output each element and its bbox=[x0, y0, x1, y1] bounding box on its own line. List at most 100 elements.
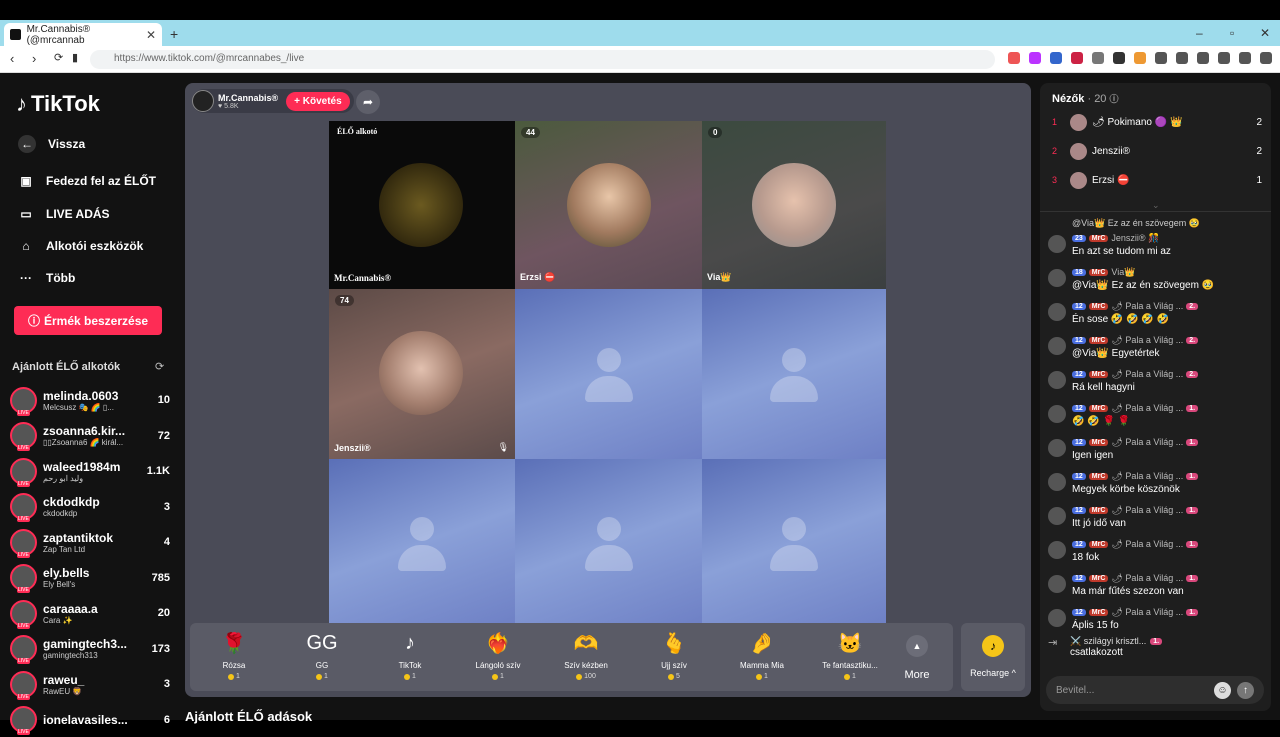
guest-cell-host[interactable]: ÉLŐ alkotó Mr.Cannabis® bbox=[329, 121, 515, 289]
chat-username[interactable]: Via👑 bbox=[1111, 267, 1135, 278]
wallet-icon[interactable] bbox=[1218, 52, 1230, 64]
browser-tab[interactable]: Mr.Cannabis® (@mrcannab ✕ bbox=[4, 23, 162, 46]
empty-seat[interactable] bbox=[702, 289, 886, 459]
get-coins-button[interactable]: ⓘ Érmék beszerzése bbox=[14, 306, 162, 335]
gift-item[interactable]: 🤌 Mamma Mia 1 bbox=[718, 623, 806, 691]
chat-avatar[interactable] bbox=[1048, 337, 1066, 355]
new-tab-icon[interactable]: + bbox=[170, 26, 178, 42]
send-icon[interactable]: ↑ bbox=[1237, 681, 1254, 699]
viewer-row[interactable]: 1 🌶 Pokimano 🟣 👑 2 bbox=[1052, 113, 1262, 131]
chat-avatar[interactable] bbox=[1048, 575, 1066, 593]
chat-username[interactable]: 🌶 Pala a Világ ... bbox=[1111, 573, 1183, 584]
maximize-icon[interactable]: ▫ bbox=[1230, 26, 1234, 40]
nav-explore-live[interactable]: ▣ Fedezd fel az ÉLŐT bbox=[18, 173, 156, 189]
empty-seat[interactable] bbox=[702, 459, 886, 626]
chat-username[interactable]: 🌶 Pala a Világ ... bbox=[1111, 539, 1183, 550]
chat-avatar[interactable] bbox=[1048, 439, 1066, 457]
creator-item[interactable]: LIVE waleed1984m وليد ابو رحم 1.1K bbox=[10, 454, 170, 488]
puzzle-icon[interactable] bbox=[1155, 52, 1167, 64]
chat-username[interactable]: 🌶 Pala a Világ ... bbox=[1111, 301, 1183, 312]
empty-seat[interactable] bbox=[329, 459, 515, 626]
bookmark-icon[interactable]: ▮ bbox=[72, 51, 78, 64]
gift-item[interactable]: ♪ TikTok 1 bbox=[366, 623, 454, 691]
nav-live-broadcast[interactable]: ▭ LIVE ADÁS bbox=[18, 206, 109, 222]
extension-his-icon[interactable] bbox=[1092, 52, 1104, 64]
gift-item[interactable]: GG GG 1 bbox=[278, 623, 366, 691]
extension-yt-icon[interactable] bbox=[1113, 52, 1125, 64]
chat-avatar[interactable] bbox=[1048, 609, 1066, 627]
left-sidebar: ♪ TikTok ← Vissza ▣ Fedezd fel az ÉLŐT ▭… bbox=[0, 73, 176, 735]
empty-seat[interactable] bbox=[515, 289, 702, 459]
chat-username[interactable]: Jenszii® 🎊 bbox=[1111, 233, 1159, 244]
host-avatar[interactable] bbox=[192, 90, 214, 112]
tab-close-icon[interactable]: ✕ bbox=[146, 28, 156, 42]
creator-item[interactable]: LIVE ely.bells Ely Bell's 785 bbox=[10, 561, 170, 595]
join-user[interactable]: ⚔️ szilágyi krisztl... bbox=[1070, 636, 1146, 647]
info-icon[interactable]: ⓘ bbox=[1110, 94, 1119, 104]
chat-username[interactable]: 🌶 Pala a Világ ... bbox=[1111, 607, 1183, 618]
gift-item[interactable]: ❤️‍🔥 Lángoló szív 1 bbox=[454, 623, 542, 691]
creator-item[interactable]: LIVE melinda.0603 Melcsusz 🎭 🌈 ▯... 10 bbox=[10, 383, 170, 417]
gift-item[interactable]: 🐱 Te fantasztiku... 1 bbox=[806, 623, 894, 691]
chat-avatar[interactable] bbox=[1048, 371, 1066, 389]
creator-item[interactable]: LIVE gamingtech3... gamingtech313 173 bbox=[10, 632, 170, 666]
empty-seat[interactable] bbox=[515, 459, 702, 626]
gift-item[interactable]: 🫰 Ujj szív 5 bbox=[630, 623, 718, 691]
chat-avatar[interactable] bbox=[1048, 473, 1066, 491]
creator-item[interactable]: LIVE raweu_ RawEU 🦁 3 bbox=[10, 667, 170, 701]
chat-avatar[interactable] bbox=[1048, 269, 1066, 287]
chat-username[interactable]: 🌶 Pala a Világ ... bbox=[1111, 505, 1183, 516]
viewer-row[interactable]: 3 Erzsi ⛔ 1 bbox=[1052, 171, 1262, 189]
more-gifts-button[interactable]: ▲ More bbox=[894, 623, 940, 691]
chat-avatar[interactable] bbox=[1048, 541, 1066, 559]
host-info[interactable]: Mr.Cannabis® ♥ 5.8K + Követés bbox=[192, 89, 354, 113]
tiktok-logo[interactable]: ♪ TikTok bbox=[16, 91, 100, 117]
recharge-button[interactable]: ♪ Recharge ^ bbox=[961, 623, 1025, 691]
gift-item[interactable]: 🌹 Rózsa 1 bbox=[190, 623, 278, 691]
back-icon[interactable]: ‹ bbox=[10, 51, 14, 66]
chat-avatar[interactable] bbox=[1048, 507, 1066, 525]
creator-item[interactable]: LIVE zaptantiktok Zap Tan Ltd 4 bbox=[10, 525, 170, 559]
guest-cell-jenszii[interactable]: 74 Jenszii® 🎙 bbox=[329, 289, 515, 459]
chat-username[interactable]: 🌶 Pala a Világ ... bbox=[1111, 335, 1183, 346]
share-icon[interactable]: ➦ bbox=[356, 90, 380, 114]
rewards-icon[interactable] bbox=[1029, 52, 1041, 64]
chat-username[interactable]: 🌶 Pala a Világ ... bbox=[1111, 369, 1183, 380]
vpn-icon[interactable] bbox=[1260, 52, 1272, 64]
creator-item[interactable]: LIVE caraaaa.a Cara ✨ 20 bbox=[10, 596, 170, 630]
extension-color-icon[interactable] bbox=[1134, 52, 1146, 64]
leo-icon[interactable] bbox=[1239, 52, 1251, 64]
nav-back[interactable]: ← Vissza bbox=[18, 135, 85, 153]
follow-button[interactable]: + Követés bbox=[286, 91, 350, 111]
forward-icon[interactable]: › bbox=[32, 51, 36, 66]
viewers-title[interactable]: Nézők · 20 ⓘ bbox=[1052, 92, 1119, 105]
refresh-icon[interactable]: ⟳ bbox=[155, 360, 164, 373]
chat-username[interactable]: 🌶 Pala a Világ ... bbox=[1111, 437, 1183, 448]
chat-username[interactable]: 🌶 Pala a Világ ... bbox=[1111, 403, 1183, 414]
gift-item[interactable]: 🫶 Szív kézben 100 bbox=[542, 623, 630, 691]
reload-icon[interactable]: ⟳ bbox=[54, 51, 63, 64]
empty-seat-person-icon bbox=[579, 513, 639, 573]
window-close-icon[interactable]: ✕ bbox=[1260, 26, 1270, 40]
sidebar-icon[interactable] bbox=[1197, 52, 1209, 64]
creator-item[interactable]: LIVE zsoanna6.kir... ▯▯Zsoanna6 🌈 királ.… bbox=[10, 419, 170, 453]
creator-item[interactable]: LIVE ckdodkdp ckdodkdp 3 bbox=[10, 490, 170, 524]
extension-x-icon[interactable] bbox=[1071, 52, 1083, 64]
chat-avatar[interactable] bbox=[1048, 235, 1066, 253]
chat-avatar[interactable] bbox=[1048, 405, 1066, 423]
emoji-icon[interactable]: ☺ bbox=[1214, 681, 1231, 699]
chevron-down-icon[interactable]: ⌄ bbox=[1152, 200, 1160, 211]
translate-icon[interactable] bbox=[1050, 52, 1062, 64]
minimize-icon[interactable]: – bbox=[1196, 26, 1203, 40]
guest-cell-erzsi[interactable]: 44 Erzsi ⛔ bbox=[515, 121, 702, 289]
chat-avatar[interactable] bbox=[1048, 303, 1066, 321]
viewer-row[interactable]: 2 Jenszii® 2 bbox=[1052, 142, 1262, 160]
chat-input[interactable]: Bevitel... ☺ ↑ bbox=[1046, 676, 1264, 704]
nav-more[interactable]: ··· Több bbox=[18, 270, 75, 286]
brave-shield-icon[interactable] bbox=[1008, 52, 1020, 64]
media-icon[interactable] bbox=[1176, 52, 1188, 64]
chat-username[interactable]: 🌶 Pala a Világ ... bbox=[1111, 471, 1183, 482]
guest-cell-via[interactable]: 0 Via👑 bbox=[702, 121, 886, 289]
url-field[interactable]: https://www.tiktok.com/@mrcannabes_/live bbox=[90, 50, 995, 69]
nav-creator-tools[interactable]: ⌂ Alkotói eszközök bbox=[18, 238, 143, 254]
